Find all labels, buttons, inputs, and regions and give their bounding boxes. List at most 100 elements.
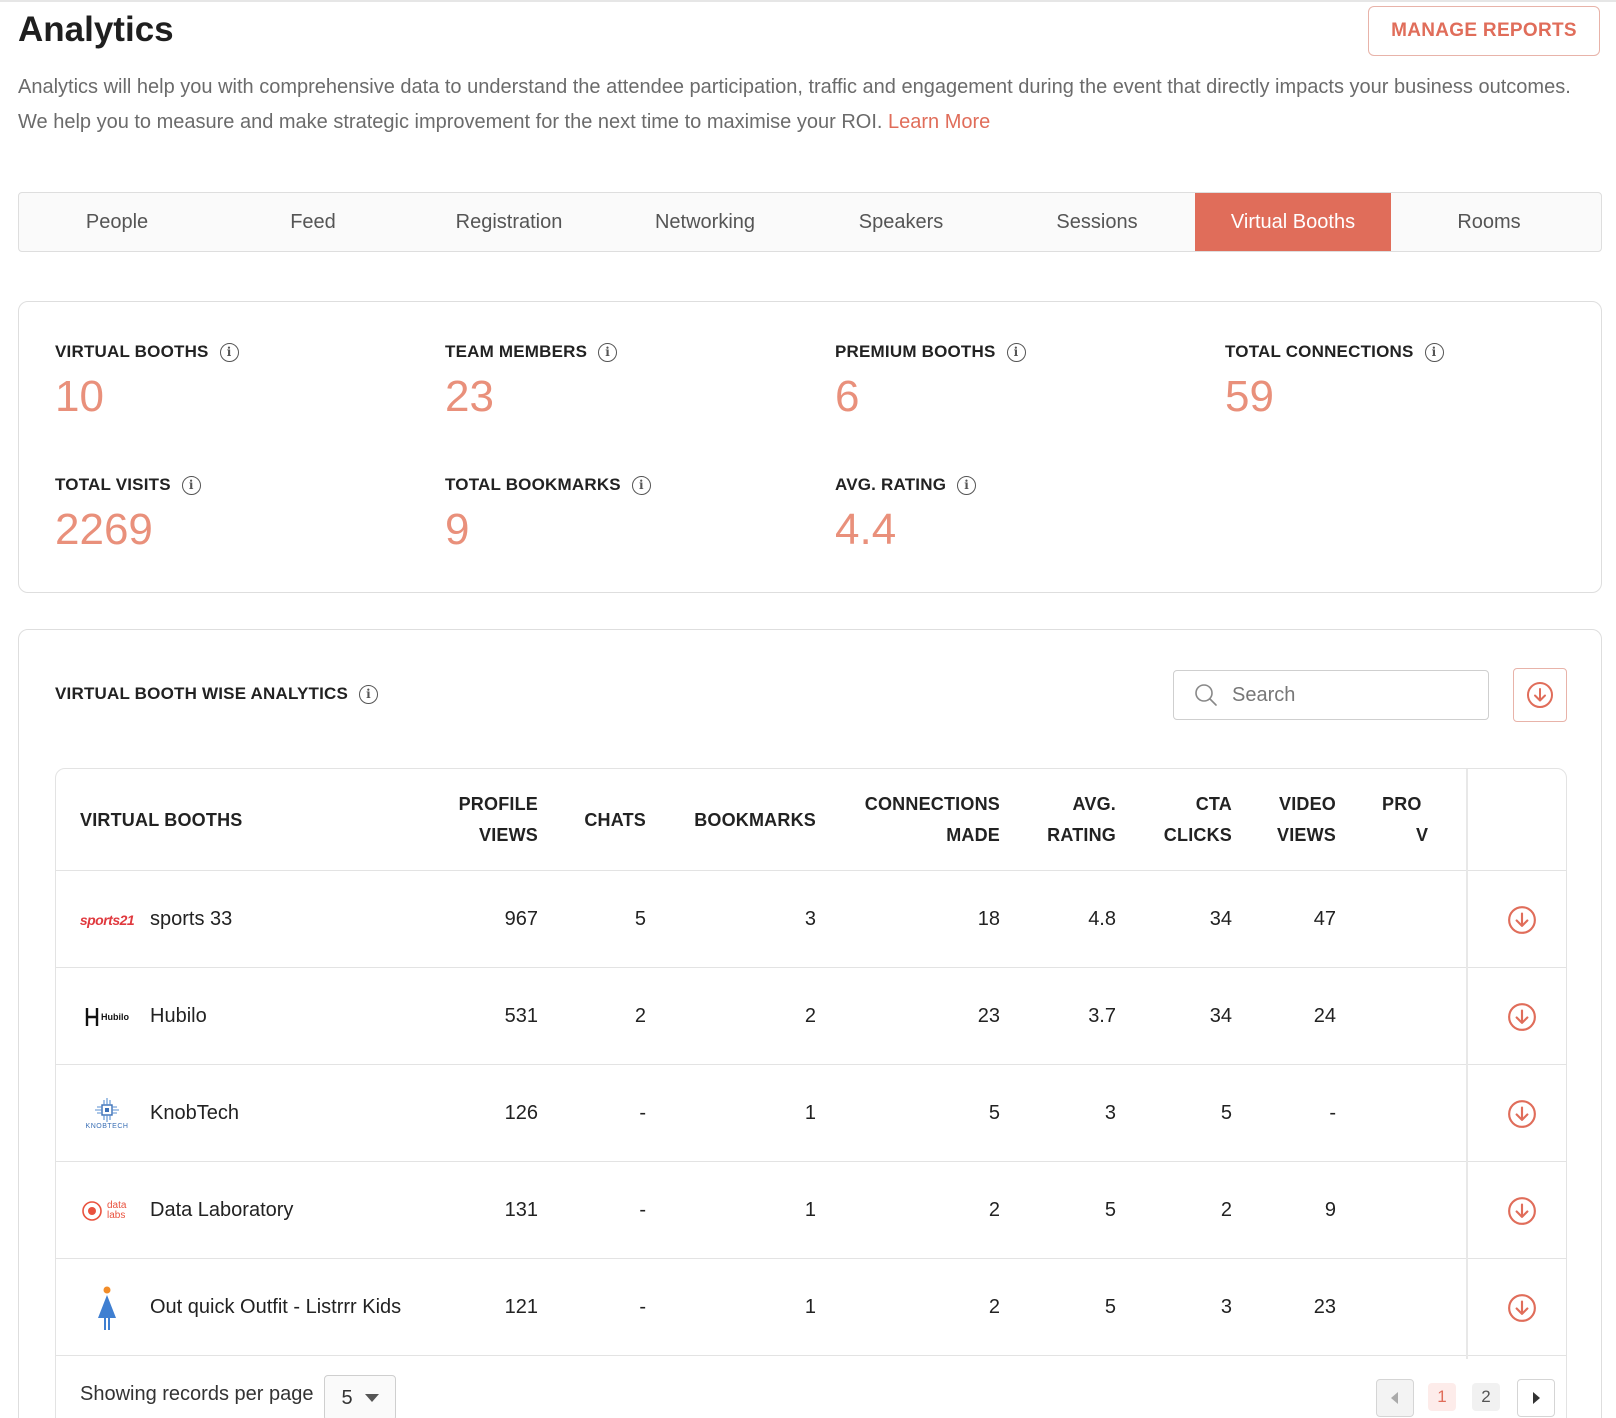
- booth-analytics-card: VIRTUAL BOOTH WISE ANALYTICS i VIRTUAL B…: [18, 629, 1602, 1418]
- video-views-value: -: [1329, 1102, 1336, 1124]
- search-box: [1173, 670, 1489, 720]
- section-title: VIRTUAL BOOTH WISE ANALYTICS i: [55, 684, 379, 704]
- row-download-button[interactable]: [1490, 1065, 1554, 1162]
- booth-name[interactable]: sports 33: [150, 908, 232, 931]
- booth-name[interactable]: Hubilo: [150, 1005, 207, 1028]
- info-icon[interactable]: i: [957, 475, 977, 495]
- profile-views-value: 131: [504, 1199, 538, 1221]
- stats-card: VIRTUAL BOOTHS i 10 TEAM MEMBERS i 23 PREM…: [18, 301, 1602, 593]
- tab-people[interactable]: People: [19, 193, 215, 251]
- profile-views-value: 121: [504, 1296, 538, 1318]
- analytics-page: Analytics MANAGE REPORTS Analytics will …: [0, 0, 1616, 1418]
- sticky-column-divider: [1466, 769, 1468, 1359]
- info-icon[interactable]: i: [1006, 342, 1026, 362]
- records-per-page-label: Showing records per page: [80, 1383, 314, 1405]
- page-description: Analytics will help you with comprehensi…: [18, 70, 1578, 140]
- learn-more-link[interactable]: Learn More: [888, 111, 990, 133]
- info-icon[interactable]: i: [1424, 342, 1444, 362]
- cta-clicks-value: 2: [1220, 1199, 1232, 1221]
- stat-total-bookmarks: TOTAL BOOKMARKS i 9: [445, 473, 651, 555]
- connections-value: 2: [988, 1199, 1000, 1221]
- cta-clicks-value: 34: [1209, 1005, 1232, 1027]
- col-bookmarks[interactable]: BOOKMARKS: [656, 769, 816, 871]
- chats-value: 5: [634, 908, 646, 930]
- cta-clicks-value: 34: [1209, 908, 1232, 930]
- stat-total-visits: TOTAL VISITS i 2269: [55, 473, 201, 555]
- bookmarks-value: 1: [804, 1199, 816, 1221]
- table-row: Hubilo Hubilo 531 2 2 23 3.7 34 24: [56, 968, 1566, 1065]
- row-download-button[interactable]: [1490, 871, 1554, 968]
- download-icon: [1508, 1293, 1536, 1322]
- page-1-button[interactable]: 1: [1428, 1383, 1456, 1411]
- table-header: VIRTUAL BOOTHS PROFILE VIEWS CHATS BOOKMA…: [56, 769, 1566, 871]
- profile-views-value: 126: [504, 1102, 538, 1124]
- info-icon[interactable]: i: [181, 475, 201, 495]
- rating-value: 5: [1104, 1199, 1116, 1221]
- col-chats[interactable]: CHATS: [556, 769, 646, 871]
- stat-label: PREMIUM BOOTHS: [835, 342, 996, 361]
- connections-value: 2: [988, 1296, 1000, 1318]
- profile-views-value: 531: [504, 1005, 538, 1027]
- prev-page-button[interactable]: [1376, 1379, 1414, 1417]
- col-avg-rating[interactable]: AVG. RATING: [1016, 769, 1116, 871]
- stat-team-members: TEAM MEMBERS i 23: [445, 340, 618, 422]
- info-icon[interactable]: i: [359, 684, 379, 704]
- tab-registration[interactable]: Registration: [411, 193, 607, 251]
- col-connections-made[interactable]: CONNECTIONS MADE: [826, 769, 1000, 871]
- page-2-button[interactable]: 2: [1472, 1383, 1500, 1411]
- booth-cell: sports21 sports 33: [80, 871, 450, 968]
- tab-networking[interactable]: Networking: [607, 193, 803, 251]
- row-download-button[interactable]: [1490, 1259, 1554, 1356]
- caret-down-icon: [364, 1394, 379, 1402]
- rating-value: 5: [1104, 1296, 1116, 1318]
- tab-rooms[interactable]: Rooms: [1391, 193, 1587, 251]
- download-icon: [1508, 1099, 1536, 1128]
- tab-virtual-booths[interactable]: Virtual Booths: [1195, 193, 1391, 251]
- chats-value: -: [639, 1102, 646, 1124]
- col-profile-views[interactable]: PROFILE VIEWS: [436, 769, 538, 871]
- manage-reports-button[interactable]: MANAGE REPORTS: [1368, 6, 1600, 56]
- top-divider: [0, 0, 1616, 2]
- info-icon[interactable]: i: [631, 475, 651, 495]
- knobtech-chip-icon: [95, 1098, 119, 1122]
- tab-feed[interactable]: Feed: [215, 193, 411, 251]
- download-icon: [1508, 1196, 1536, 1225]
- table-footer: Showing records per page 5 1 2: [56, 1359, 1566, 1418]
- tab-sessions[interactable]: Sessions: [999, 193, 1195, 251]
- col-cta-clicks[interactable]: CTA CLICKS: [1132, 769, 1232, 871]
- info-icon[interactable]: i: [219, 342, 239, 362]
- stat-value: 6: [835, 372, 860, 421]
- search-icon: [1195, 684, 1217, 706]
- booth-name[interactable]: Data Laboratory: [150, 1199, 293, 1222]
- col-video-views[interactable]: VIDEO VIEWS: [1246, 769, 1336, 871]
- info-icon[interactable]: i: [598, 342, 618, 362]
- stat-avg-rating: AVG. RATING i 4.4: [835, 473, 977, 555]
- datalabs-logo: data labs: [80, 1191, 134, 1231]
- bookmarks-value: 1: [804, 1296, 816, 1318]
- table-row: data labs Data Laboratory 131 - 1 2 5 2 …: [56, 1162, 1566, 1259]
- chats-value: 2: [634, 1005, 646, 1027]
- row-download-button[interactable]: [1490, 968, 1554, 1065]
- stat-premium-booths: PREMIUM BOOTHS i 6: [835, 340, 1026, 422]
- col-pro-views-truncated[interactable]: PRO V: [1382, 769, 1466, 871]
- profile-views-value: 967: [504, 908, 538, 930]
- chats-value: -: [639, 1199, 646, 1221]
- col-virtual-booths[interactable]: VIRTUAL BOOTHS: [80, 769, 380, 871]
- records-per-page-select[interactable]: 5: [324, 1375, 396, 1418]
- kids-logo: [80, 1286, 134, 1330]
- booth-cell: Out quick Outfit - Listrrr Kids: [80, 1259, 450, 1356]
- video-views-value: 9: [1324, 1199, 1336, 1221]
- tab-speakers[interactable]: Speakers: [803, 193, 999, 251]
- next-page-button[interactable]: [1517, 1379, 1555, 1417]
- booth-name[interactable]: KnobTech: [150, 1102, 239, 1125]
- bookmarks-value: 1: [804, 1102, 816, 1124]
- rating-value: 3.7: [1088, 1005, 1116, 1027]
- connections-value: 5: [988, 1102, 1000, 1124]
- row-download-button[interactable]: [1490, 1162, 1554, 1259]
- video-views-value: 47: [1313, 908, 1336, 930]
- download-all-button[interactable]: [1513, 668, 1567, 722]
- stat-label: TOTAL BOOKMARKS: [445, 475, 621, 494]
- booth-name[interactable]: Out quick Outfit - Listrrr Kids: [150, 1296, 401, 1319]
- search-input[interactable]: [1232, 683, 1472, 707]
- stat-virtual-booths: VIRTUAL BOOTHS i 10: [55, 340, 239, 422]
